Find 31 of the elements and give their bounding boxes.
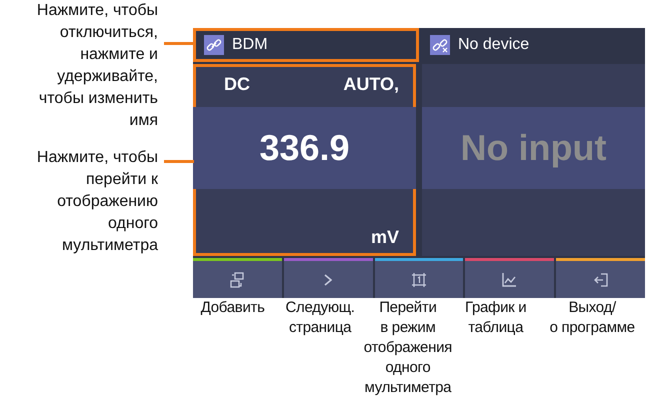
- device-name: No device: [458, 35, 530, 55]
- toolbar-button[interactable]: [465, 258, 554, 298]
- button-caption: Добавить: [200, 298, 265, 318]
- leader-line: [164, 42, 194, 45]
- link-icon: [204, 35, 224, 55]
- device-tab[interactable]: BDM: [193, 28, 419, 62]
- button-caption: Перейти в режим отображения одного мультиметра: [364, 298, 452, 398]
- callout-text: Нажмите, чтобы отключиться, нажмите и удерживайте, чтобы изменить имя: [36, 1, 158, 131]
- device-name: BDM: [232, 35, 268, 55]
- unit-label: mV: [370, 226, 399, 249]
- exit-icon: [594, 272, 608, 286]
- chevron-right-icon: [324, 274, 332, 286]
- single-meter-icon: [410, 272, 427, 288]
- link-icon: [430, 35, 450, 55]
- toolbar-button[interactable]: [556, 258, 645, 298]
- button-caption: Выход/ о программе: [550, 298, 635, 338]
- mode-label: DC: [224, 73, 250, 96]
- range-label: AUTO,: [343, 73, 399, 96]
- callout-text: Нажмите, чтобы перейти к отображению одного мультиметра: [36, 148, 158, 256]
- meter-reading: 336.9: [193, 107, 416, 189]
- add-icon: [228, 270, 246, 288]
- toolbar-button[interactable]: [284, 258, 373, 298]
- leader-line: [164, 160, 194, 163]
- button-caption: График и таблица: [464, 298, 526, 338]
- device-tab[interactable]: No device: [419, 28, 645, 62]
- meter-panel[interactable]: DC AUTO, 336.9 mV: [193, 64, 416, 256]
- toolbar-button[interactable]: [193, 258, 282, 298]
- line-chart-icon: [502, 272, 518, 287]
- toolbar-button[interactable]: [374, 258, 464, 298]
- button-caption: Следующ. страница: [285, 298, 355, 338]
- meter-reading: No input: [422, 107, 645, 189]
